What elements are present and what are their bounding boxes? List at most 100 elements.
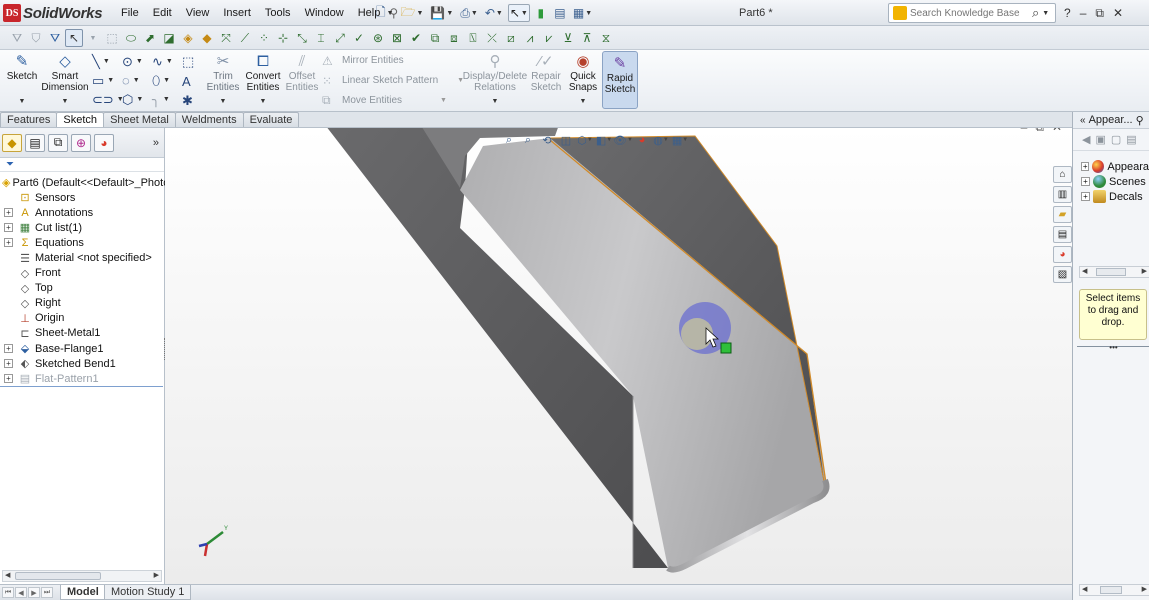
save-button[interactable]: 💾 ▼ [428, 4, 455, 22]
design-library-tab[interactable]: ▥ [1053, 186, 1072, 203]
viewport-close-button[interactable]: ✕ [1052, 128, 1062, 135]
expand-icon[interactable]: + [1081, 177, 1090, 186]
filter-center-marks-icon[interactable]: ⊹ [274, 29, 292, 47]
custom-properties-tab[interactable]: ▧ [1053, 266, 1072, 283]
options-button[interactable]: ▦ ▼ [571, 4, 594, 22]
view-palette-tab[interactable]: ▤ [1053, 226, 1072, 243]
display-manager-tab[interactable]: ◕ [94, 133, 114, 152]
print-button[interactable]: ⎙ ▼ [458, 4, 480, 22]
task-pane-bottom-scrollbar[interactable]: ◀ ▶ [1079, 584, 1149, 596]
rollback-bar[interactable] [0, 386, 163, 387]
feature-tree-scrollbar[interactable]: ◀ ▶ [2, 570, 162, 582]
filter-sketch-segments-icon[interactable]: ⤡ [293, 29, 311, 47]
filter-edges-icon[interactable]: ⬈ [141, 29, 159, 47]
hide-show-items-icon[interactable]: 👁 ▼ [613, 133, 633, 147]
expand-icon[interactable]: + [4, 374, 13, 384]
filter-datum-target-icon[interactable]: ⍂ [464, 29, 482, 47]
viewport-minimize-button[interactable]: – [1021, 128, 1028, 135]
expand-icon[interactable]: + [4, 223, 13, 233]
linear-sketch-pattern-button[interactable]: ⁙ Linear Sketch Pattern ▼ [322, 73, 464, 88]
offset-entities-button[interactable]: ⫽ Offset Entities [285, 52, 319, 94]
tree-item-appearances[interactable]: + Appeara [1073, 159, 1149, 174]
polygon-tool[interactable]: ⬡ ▼ [122, 90, 152, 109]
scroll-right-icon[interactable]: ▶ [1142, 267, 1147, 277]
new-folder-icon[interactable]: ▢ [1111, 133, 1121, 146]
filter-stacked-balloon-icon[interactable]: ⧈ [445, 29, 463, 47]
next-tab-icon[interactable]: ▶ [28, 587, 40, 598]
search-icon[interactable]: ⌕ [1032, 5, 1039, 21]
previous-view-icon[interactable]: ⟲ [539, 133, 555, 147]
open-button[interactable]: 🗁 ▼ [399, 4, 426, 22]
filter-icon[interactable]: ⛛ [8, 29, 26, 47]
text-tool[interactable]: A [182, 74, 194, 89]
expand-icon[interactable]: + [1081, 162, 1090, 171]
rectangle-tool[interactable]: ▭ ▼ [92, 71, 122, 90]
property-manager-tab[interactable]: ▤ [25, 133, 45, 152]
tab-features[interactable]: Features [0, 112, 58, 127]
view-orientation-icon[interactable]: ⬡ ▼ [577, 133, 593, 147]
quick-snaps-button[interactable]: ◉ Quick Snaps ▼ [567, 52, 599, 107]
task-pane-header[interactable]: « Appear... ⚲ [1073, 112, 1149, 129]
tree-item-flat-pattern[interactable]: + ▤ Flat-Pattern1 [0, 371, 164, 386]
tab-weldments[interactable]: Weldments [174, 112, 244, 127]
view-settings-icon[interactable]: ▦ ▼ [672, 133, 688, 147]
menu-window[interactable]: Window [298, 0, 351, 26]
section-view-icon[interactable]: ◫ [558, 133, 574, 147]
edit-appearance-icon[interactable]: ◕ [634, 133, 650, 147]
convert-entities-button[interactable]: ⧠ Convert Entities ▼ [244, 52, 282, 107]
scroll-left-icon[interactable]: ◀ [1082, 585, 1087, 595]
filter-notes-icon[interactable]: ⤢ [331, 29, 349, 47]
tree-item-scenes[interactable]: + Scenes [1073, 174, 1149, 189]
tree-item-cut-list[interactable]: + ▦ Cut list(1) [0, 220, 164, 235]
feature-tree-tab[interactable]: ◆ [2, 133, 22, 152]
line-tool[interactable]: ╲ ▼ [92, 52, 122, 71]
refresh-icon[interactable]: ▤ [1126, 133, 1136, 146]
scroll-right-icon[interactable]: ▶ [1142, 585, 1147, 595]
tree-item-sensors[interactable]: ⊡ Sensors [0, 190, 164, 205]
scroll-left-icon[interactable]: ◀ [1082, 267, 1087, 277]
tab-sheet-metal[interactable]: Sheet Metal [103, 112, 176, 127]
tree-item-sheet-metal[interactable]: ⊏ Sheet-Metal1 [0, 326, 164, 341]
apply-scene-icon[interactable]: ◍ ▼ [653, 133, 669, 147]
tree-item-annotations[interactable]: + A Annotations [0, 205, 164, 220]
plane-tool[interactable]: ✱ [182, 93, 194, 109]
file-properties-button[interactable]: ▤ [552, 4, 568, 22]
knowledge-base-search[interactable]: ⌕ ▼ [888, 3, 1056, 23]
chevron-down-icon[interactable]: ▼ [1042, 10, 1049, 17]
menu-insert[interactable]: Insert [216, 0, 258, 26]
filter-midpoint-icon[interactable]: ⊼ [578, 29, 596, 47]
scroll-thumb[interactable] [15, 572, 101, 580]
filter-dimensions-icon[interactable]: ⌶ [312, 29, 330, 47]
fillet-tool[interactable]: ╮ ▼ [152, 90, 182, 109]
filter-vertices-icon[interactable]: ⬭ [122, 29, 140, 47]
rebuild-button[interactable]: ▮ [533, 4, 549, 22]
tree-item-top-plane[interactable]: ◇ Top [0, 281, 164, 296]
rapid-sketch-button[interactable]: ✎ Rapid Sketch [602, 51, 638, 109]
filter-sketch-points-icon[interactable]: ⁘ [255, 29, 273, 47]
zoom-area-icon[interactable]: ⌕ [520, 133, 536, 147]
tab-model[interactable]: Model [60, 585, 106, 600]
tree-item-base-flange[interactable]: + ⬙ Base-Flange1 [0, 341, 164, 356]
filter-planes-icon[interactable]: ⟋ [236, 29, 254, 47]
filter-gtol-icon[interactable]: ✔ [407, 29, 425, 47]
resources-tab[interactable]: ⌂ [1053, 166, 1072, 183]
menu-edit[interactable]: Edit [146, 0, 179, 26]
circle-tool[interactable]: ⊙ ▼ [122, 52, 152, 71]
filter-cosmetic-thread-icon[interactable]: ⤫ [483, 29, 501, 47]
file-explorer-tab[interactable]: ▰ [1053, 206, 1072, 223]
pin-icon[interactable]: ⚲ [1136, 114, 1144, 127]
display-delete-relations-button[interactable]: ⚲ Display/Delete Relations ▼ [463, 52, 527, 107]
filter-datum-icon[interactable]: ⊠ [388, 29, 406, 47]
trim-entities-button[interactable]: ✂ Trim Entities ▼ [206, 52, 240, 107]
dimxpert-manager-tab[interactable]: ⊕ [71, 133, 91, 152]
filter-surface-finish-icon[interactable]: ✓ [350, 29, 368, 47]
tab-motion-study[interactable]: Motion Study 1 [104, 585, 192, 600]
tree-item-decals[interactable]: + Decals [1073, 189, 1149, 204]
tree-item-origin[interactable]: ⊥ Origin [0, 311, 164, 326]
folder-up-icon[interactable]: ▣ [1095, 133, 1105, 146]
configuration-manager-tab[interactable]: ⧉ [48, 133, 68, 152]
more-tabs-icon[interactable]: » [153, 137, 159, 149]
scroll-thumb[interactable] [1100, 586, 1122, 594]
expand-icon[interactable]: + [4, 344, 13, 354]
menu-tools[interactable]: Tools [258, 0, 298, 26]
